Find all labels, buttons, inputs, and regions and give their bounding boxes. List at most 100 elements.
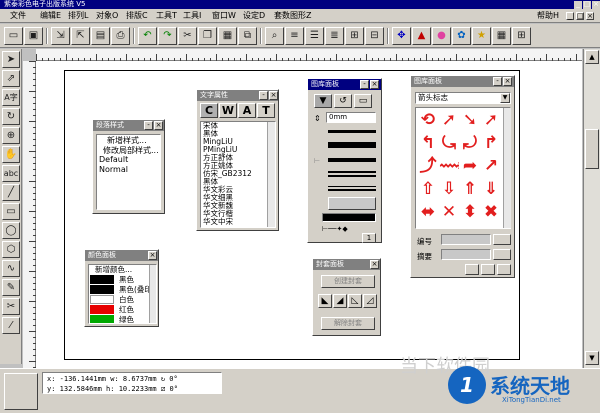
list-item[interactable]: 修改局部样式... [99, 146, 159, 156]
symbol-cell[interactable]: ↱ [481, 133, 501, 153]
list-item[interactable]: 华文中宋 [203, 218, 273, 226]
copy-icon[interactable]: ❐ [198, 27, 217, 45]
hand-icon[interactable]: ✋ [2, 146, 20, 163]
symbol-cell[interactable]: ⟲ [418, 110, 438, 130]
rotate-icon[interactable]: ↻ [2, 108, 20, 125]
select-arrow-icon[interactable]: ➤ [2, 51, 20, 68]
menu-window[interactable]: 窗口W [212, 11, 236, 21]
pen-tool-icon[interactable]: ✎ [2, 279, 20, 296]
list-item[interactable]: 新增样式... [99, 136, 158, 146]
symbol-cell[interactable]: ✖ [481, 202, 501, 222]
line-style-list[interactable]: ⊢ [314, 127, 378, 211]
symbol-action-button[interactable] [497, 264, 511, 275]
symbol-cell[interactable]: ↰ [418, 133, 438, 153]
menu-file[interactable]: 文件 [10, 11, 26, 21]
font-panel-close-button[interactable]: × [269, 91, 278, 100]
line-panel-min-button[interactable]: - [360, 80, 369, 89]
doc-close-button[interactable]: × [586, 12, 594, 20]
polygon-tool-icon[interactable]: ⬡ [2, 241, 20, 258]
envelope-panel-title[interactable]: 封套面板 × [313, 259, 380, 270]
minimize-button[interactable]: _ [574, 1, 582, 9]
font-list-scrollbar[interactable] [267, 122, 275, 227]
color-icon[interactable]: ● [432, 27, 451, 45]
scroll-down-icon[interactable]: ▼ [585, 351, 599, 365]
line-width-field[interactable]: 0mm [326, 112, 376, 123]
list-item[interactable]: 黑色(叠印) [89, 285, 156, 295]
menu-tools-2[interactable]: 工具I [183, 11, 201, 21]
symbol-cell[interactable]: ➦ [460, 156, 480, 176]
align-center-icon[interactable]: ☰ [305, 27, 324, 45]
list-item[interactable]: Normal [99, 165, 158, 175]
line-style-option[interactable] [328, 158, 376, 162]
envelope-panel-close-button[interactable]: × [370, 260, 379, 269]
style-panel-close-button[interactable]: × [154, 121, 163, 130]
doc-restore-button[interactable]: □ [576, 12, 584, 20]
symbol-cell[interactable]: ⟿ [439, 156, 459, 176]
line-panel-title[interactable]: 图库面板 - × [308, 79, 381, 90]
node-arrow-icon[interactable]: ⇗ [2, 70, 20, 87]
menu-shapes[interactable]: 套数图形Z [274, 11, 311, 21]
summary-button[interactable] [493, 249, 511, 260]
envelope-mode-icon[interactable]: ◺ [348, 294, 362, 308]
text-block-icon[interactable]: abc [2, 165, 20, 182]
symbol-cell[interactable]: ↗ [481, 156, 501, 176]
eyedropper-icon[interactable]: ⁄ [2, 317, 20, 334]
maximize-button[interactable]: □ [583, 1, 591, 9]
save-icon[interactable]: ▣ [24, 27, 43, 45]
style-list[interactable]: 新增样式... 修改局部样式... Default Normal [96, 134, 161, 210]
category-select[interactable]: 箭头标志 ▼ [415, 92, 511, 104]
release-envelope-button[interactable]: 解除封套 [321, 317, 375, 330]
doc-minimize-button[interactable]: _ [566, 12, 574, 20]
scissors-icon[interactable]: ✂ [2, 298, 20, 315]
symbol-cell[interactable]: ⇓ [481, 179, 501, 199]
menu-arrange[interactable]: 排列L [68, 11, 88, 21]
grid-icon[interactable]: ⊞ [512, 27, 531, 45]
menu-edit[interactable]: 编辑E [40, 11, 61, 21]
measure-icon[interactable]: ⊟ [365, 27, 384, 45]
menu-settings[interactable]: 设定D [243, 11, 265, 21]
chevron-down-icon[interactable]: ▼ [500, 93, 510, 103]
image-icon[interactable]: ▤ [91, 27, 110, 45]
line-tool-icon[interactable]: ╱ [2, 184, 20, 201]
symbol-panel-close-button[interactable]: × [503, 77, 512, 86]
list-item[interactable]: Default [99, 155, 158, 165]
symbol-action-button[interactable] [465, 264, 479, 275]
symbol-cell[interactable]: ⇩ [439, 179, 459, 199]
font-list[interactable]: 宋体 黑体 MingLiU PMingLiU 方正舒体 方正姚体 仿宋_GB23… [200, 121, 276, 228]
symbol-panel-min-button[interactable]: - [493, 77, 502, 86]
line-color-swatch[interactable] [322, 213, 376, 222]
summary-field[interactable] [441, 249, 491, 260]
tab-word[interactable]: W [219, 103, 237, 118]
text-tool-icon[interactable]: A字 [2, 89, 20, 106]
font-panel-title[interactable]: 文字属性 - × [197, 90, 278, 101]
align-right-icon[interactable]: ≣ [325, 27, 344, 45]
line-apply-button[interactable]: 1 [362, 233, 376, 243]
symbol-cell[interactable]: ⤿ [439, 133, 459, 153]
zoom-icon[interactable]: ⊞ [345, 27, 364, 45]
redo-icon[interactable]: ↷ [158, 27, 177, 45]
find-icon[interactable]: ⌕ [265, 27, 284, 45]
line-join-options[interactable] [328, 197, 376, 210]
brush-icon[interactable]: ↺ [334, 94, 352, 108]
symbol-grid-scrollbar[interactable] [503, 108, 511, 228]
paste-icon[interactable]: ▦ [218, 27, 237, 45]
align-left-icon[interactable]: ≡ [285, 27, 304, 45]
symbol-action-button[interactable] [481, 264, 495, 275]
symbol-grid[interactable]: ⟲ ➚ ➘ ➚ ↰ ⤿ ⤾ ↱ ⤴ ⟿ ➦ ↗ ⇧ ⇩ ⇑ ⇓ ⬌ ✕ ⬍ ✖ [415, 107, 511, 229]
symbol-cell[interactable]: ⬍ [460, 202, 480, 222]
symbol-cell[interactable]: ➚ [481, 110, 501, 130]
color-list[interactable]: 新增颜色... 黑色 黑色(叠印) 白色 红色 绿色 [88, 264, 157, 324]
symbol-cell[interactable]: ✕ [439, 202, 459, 222]
create-envelope-button[interactable]: 创建封套 [321, 275, 375, 288]
tab-character[interactable]: C [200, 103, 218, 118]
list-item[interactable]: 绿色 [89, 315, 156, 323]
bezier-tool-icon[interactable]: ∿ [2, 260, 20, 277]
menu-typeset[interactable]: 排版C [126, 11, 148, 21]
symbol-panel-title[interactable]: 图库面板 - × [411, 76, 514, 87]
color-list-scrollbar[interactable] [149, 265, 156, 323]
number-field[interactable] [441, 234, 491, 245]
close-button[interactable]: × [592, 1, 600, 9]
symbol-cell[interactable]: ⤾ [460, 133, 480, 153]
menu-tools[interactable]: 工具T [156, 11, 177, 21]
print-icon[interactable]: ⎙ [111, 27, 130, 45]
